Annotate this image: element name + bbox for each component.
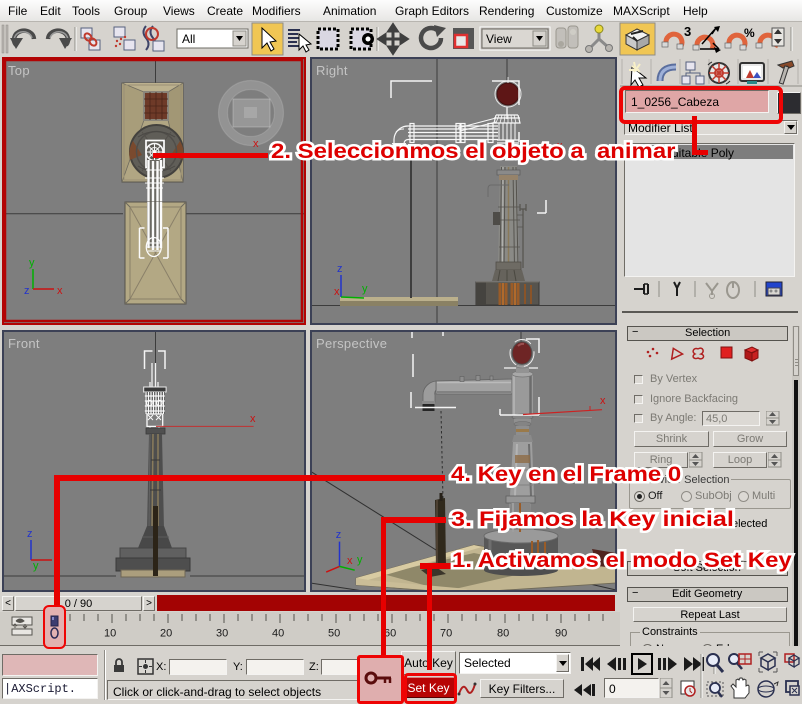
svg-text:x: x — [600, 395, 606, 407]
svg-text:z: z — [336, 529, 342, 541]
svg-text:x: x — [57, 285, 63, 297]
svg-text:x: x — [253, 138, 259, 150]
svg-text:70: 70 — [440, 628, 452, 640]
svg-text:x: x — [347, 555, 353, 567]
svg-text:x: x — [54, 549, 60, 561]
svg-text:z: z — [24, 285, 30, 297]
svg-text:3: 3 — [684, 24, 691, 39]
svg-text:y: y — [357, 554, 363, 566]
svg-text:All: All — [182, 32, 195, 46]
svg-text:x: x — [334, 286, 340, 298]
svg-text:20: 20 — [160, 628, 172, 640]
svg-text:80: 80 — [497, 628, 509, 640]
svg-text:z: z — [337, 263, 343, 275]
svg-text:60: 60 — [384, 628, 396, 640]
svg-text:10: 10 — [104, 628, 116, 640]
svg-text:30: 30 — [216, 628, 228, 640]
svg-text:50: 50 — [328, 628, 340, 640]
svg-text:y: y — [362, 283, 368, 295]
svg-text:z: z — [27, 528, 33, 540]
svg-text:90: 90 — [555, 628, 567, 640]
svg-text:40: 40 — [272, 628, 284, 640]
svg-text:%: % — [744, 26, 755, 40]
svg-text:x: x — [250, 413, 256, 425]
svg-text:x: x — [557, 140, 563, 152]
svg-text:View: View — [486, 32, 512, 46]
svg-text:y: y — [33, 560, 39, 572]
svg-text:y: y — [29, 257, 35, 269]
